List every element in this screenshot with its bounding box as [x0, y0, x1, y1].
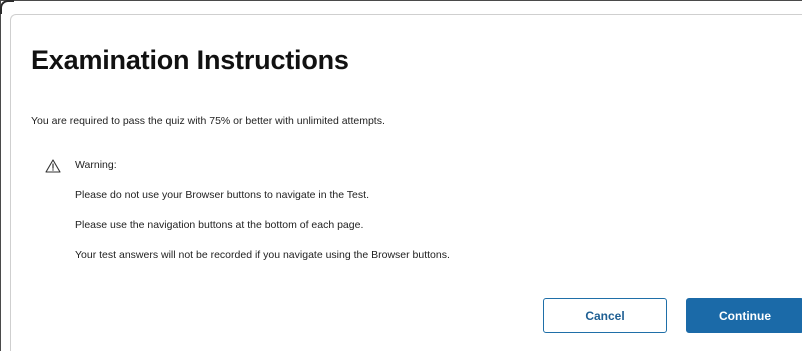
continue-button[interactable]: Continue	[686, 298, 802, 333]
pass-requirement-text: You are required to pass the quiz with 7…	[31, 115, 385, 127]
warning-list: Please do not use your Browser buttons t…	[75, 187, 450, 277]
cancel-button[interactable]: Cancel	[543, 298, 667, 333]
warning-label: Warning:	[75, 159, 117, 171]
warning-line-navigation-buttons: Please use the navigation buttons at the…	[75, 219, 364, 231]
examination-instructions-dialog: Examination Instructions You are require…	[10, 14, 802, 351]
window-corner	[0, 0, 14, 14]
dialog-title: Examination Instructions	[31, 45, 349, 75]
warning-triangle-icon	[45, 159, 61, 173]
warning-line-browser-buttons: Please do not use your Browser buttons t…	[75, 189, 369, 201]
warning-line-answers-not-recorded: Your test answers will not be recorded i…	[75, 249, 450, 261]
